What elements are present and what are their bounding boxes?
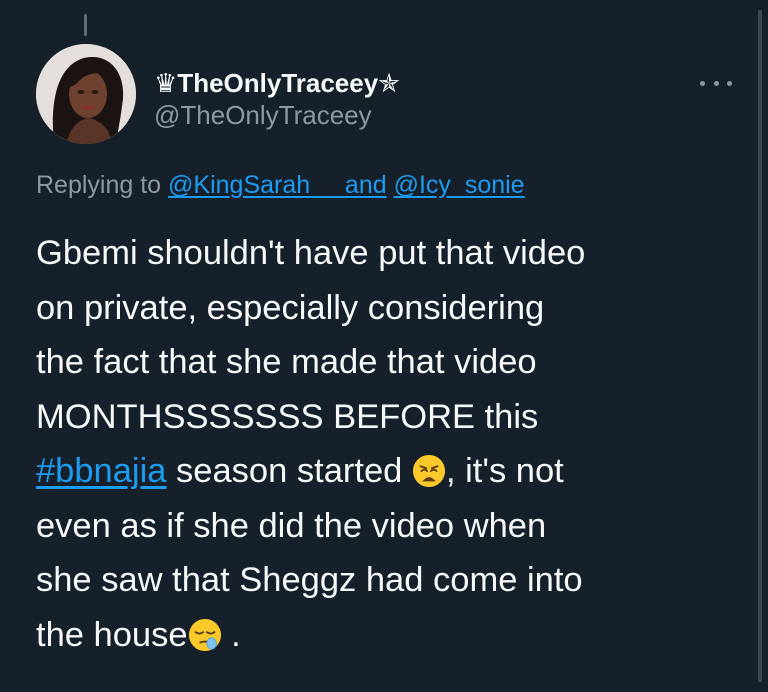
scrollbar[interactable] xyxy=(758,10,762,682)
tweet-text-line: Gbemi shouldn't have put that video xyxy=(36,234,586,272)
replying-to: Replying to @KingSarah__ and @Icy_sonie xyxy=(36,168,525,202)
more-dot-icon xyxy=(713,80,719,86)
tweet-text-line: MONTHSSSSSSS BEFORE this xyxy=(36,397,539,436)
thread-connector-line xyxy=(84,14,87,36)
username-handle[interactable]: @TheOnlyTraceey xyxy=(154,99,400,131)
avatar-photo xyxy=(36,44,136,144)
more-dot-icon xyxy=(727,80,732,86)
tweet-header: ♛TheOnlyTraceey✯ @TheOnlyTraceey xyxy=(36,44,748,144)
weary-face-emoji-icon xyxy=(412,454,446,488)
mention-link-icy-sonie[interactable]: @Icy_sonie xyxy=(394,171,525,199)
avatar[interactable] xyxy=(36,44,136,144)
tweet-text-line: even as if she did the video when xyxy=(36,506,547,545)
display-name[interactable]: ♛TheOnlyTraceey✯ xyxy=(154,67,400,99)
tweet-text-line: the fact that she made that video xyxy=(36,343,537,381)
author-names: ♛TheOnlyTraceey✯ @TheOnlyTraceey xyxy=(154,67,400,131)
mention-link-kingsarah[interactable]: @KingSarah__ and xyxy=(168,171,387,199)
tweet-screenshot: ♛TheOnlyTraceey✯ @TheOnlyTraceey Replyin… xyxy=(0,0,768,692)
hashtag-link[interactable]: #bbnajia xyxy=(36,452,166,490)
replying-to-label: Replying to xyxy=(36,171,162,199)
tweet-text: Gbemi shouldn't have put that video on p… xyxy=(36,226,756,662)
more-options-icon[interactable] xyxy=(700,74,732,92)
tweet-text-line: on private, especially considering xyxy=(36,288,545,327)
sleepy-face-emoji-icon xyxy=(188,618,222,652)
tweet-text-line: #bbnajia season started , it's not xyxy=(36,452,564,490)
tweet-text-line: the house . xyxy=(36,615,241,654)
tweet-text-line: she saw that Sheggz had come into xyxy=(36,561,583,599)
more-dot-icon xyxy=(700,80,705,86)
